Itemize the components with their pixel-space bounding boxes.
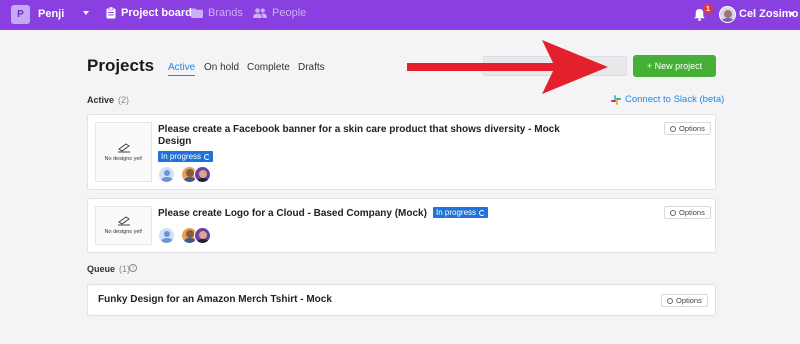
options-label: Options — [679, 208, 705, 217]
refresh-icon — [204, 153, 211, 160]
project-title[interactable]: Please create a Facebook banner for a sk… — [158, 124, 568, 148]
avatar[interactable] — [158, 166, 175, 183]
project-card[interactable]: No designs yet! Please create a Facebook… — [87, 114, 716, 190]
workspace-initial: P — [17, 9, 24, 20]
thumb-placeholder-text: No designs yet! — [104, 155, 143, 162]
pen-tool-icon — [117, 142, 130, 152]
gear-icon — [667, 297, 673, 304]
nav-brands-label: Brands — [208, 7, 243, 19]
queue-item-title[interactable]: Funky Design for an Amazon Merch Tshirt … — [98, 294, 332, 306]
active-section-count: (2) — [118, 95, 130, 105]
nav-project-board[interactable]: Project board — [106, 7, 192, 19]
gear-icon — [670, 125, 676, 132]
connect-slack-link[interactable]: Connect to Slack (beta) — [611, 94, 724, 105]
queue-section-label: Queue — [87, 264, 116, 274]
queue-card[interactable]: Funky Design for an Amazon Merch Tshirt … — [87, 284, 716, 316]
workspace-avatar[interactable]: P — [11, 5, 30, 24]
assignee-avatars — [158, 166, 211, 183]
tab-drafts[interactable]: Drafts — [298, 62, 325, 73]
refresh-icon — [479, 209, 486, 216]
status-badge: In progress — [158, 151, 214, 162]
design-thumbnail: No designs yet! — [95, 206, 152, 245]
avatar[interactable] — [158, 227, 175, 244]
avatar[interactable] — [194, 166, 211, 183]
top-navigation-bar: P Penji Project board Brands People 1 Ce… — [0, 0, 800, 30]
nav-brands[interactable]: Brands — [191, 7, 243, 19]
thumb-placeholder-text: No designs yet! — [104, 229, 143, 235]
notification-badge: 1 — [703, 4, 713, 14]
status-badge: In progress — [433, 207, 489, 218]
project-card[interactable]: No designs yet! Please create Logo for a… — [87, 198, 716, 253]
clipboard-icon — [106, 7, 116, 19]
options-label: Options — [679, 124, 705, 133]
avatar[interactable] — [194, 227, 211, 244]
pen-tool-icon — [117, 216, 130, 226]
options-button[interactable]: Options — [664, 206, 711, 219]
status-label: In progress — [161, 152, 202, 161]
design-thumbnail: No designs yet! — [95, 122, 152, 182]
options-button[interactable]: Options — [661, 294, 708, 307]
status-label: In progress — [436, 208, 477, 217]
workspace-name[interactable]: Penji — [38, 8, 64, 20]
options-button[interactable]: Options — [664, 122, 711, 135]
assignee-avatars — [158, 227, 211, 244]
page-title: Projects — [87, 56, 155, 75]
slack-icon — [611, 94, 621, 105]
gear-icon — [670, 209, 676, 216]
user-menu-chevron-icon[interactable] — [789, 12, 795, 16]
info-icon[interactable]: i — [129, 264, 137, 272]
tab-active[interactable]: Active — [168, 62, 196, 76]
nav-people-label: People — [272, 7, 307, 19]
nav-people[interactable]: People — [253, 7, 306, 19]
project-title[interactable]: Please create Logo for a Cloud - Based C… — [158, 208, 427, 220]
annotation-arrow-icon — [407, 40, 608, 94]
tab-complete[interactable]: Complete — [247, 62, 290, 73]
nav-project-board-label: Project board — [121, 7, 192, 19]
people-icon — [253, 8, 267, 18]
user-avatar[interactable] — [719, 6, 736, 23]
tab-on-hold[interactable]: On hold — [204, 62, 239, 73]
active-section-header: Active (2) — [87, 95, 129, 105]
new-project-button[interactable]: + New project — [633, 55, 716, 77]
active-section-label: Active — [87, 95, 115, 105]
connect-slack-label: Connect to Slack (beta) — [625, 94, 725, 105]
folder-icon — [191, 8, 203, 18]
options-label: Options — [676, 296, 702, 305]
workspace-dropdown-icon[interactable] — [83, 11, 89, 15]
queue-section-header: Queue (1) — [87, 264, 130, 274]
